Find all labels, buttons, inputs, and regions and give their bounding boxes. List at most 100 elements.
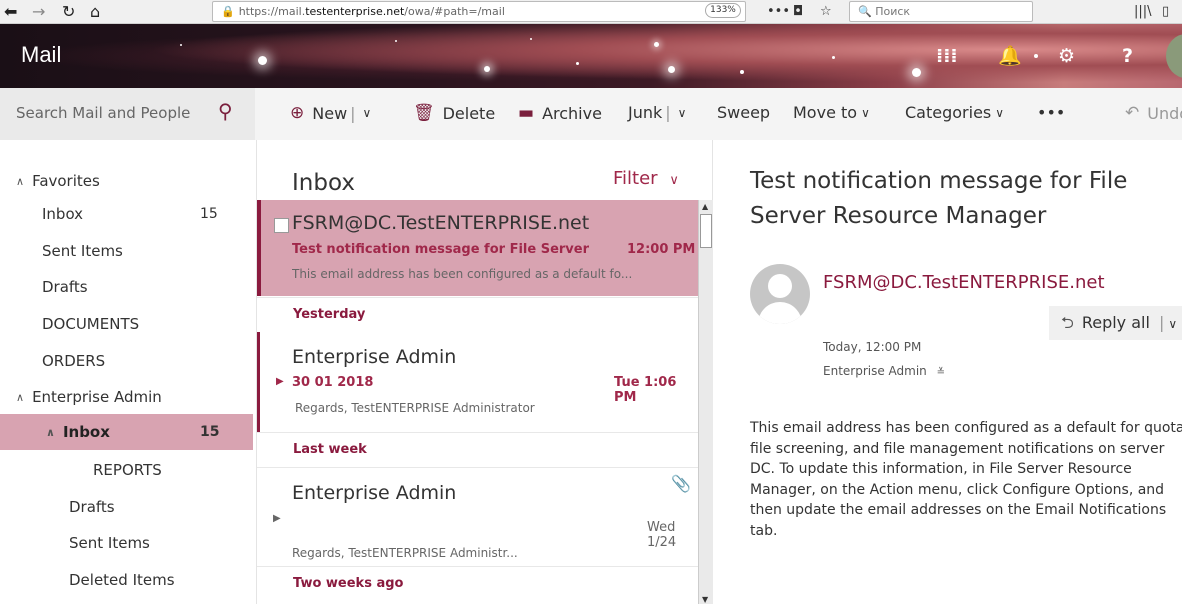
expand-conversation-icon[interactable]: ▶ [276, 376, 284, 387]
app-header: Mail ⁞⁞⁞ 🔔 ⚙ ? [0, 24, 1182, 88]
home-icon[interactable]: ⌂ [90, 2, 100, 22]
sidebar-toggle-icon[interactable]: ▯ [1162, 2, 1169, 22]
unread-count: 15 [200, 206, 218, 222]
favorites-header[interactable]: ∧ Favorites [0, 163, 253, 199]
chevron-down-icon[interactable]: ∨ [678, 106, 687, 120]
junk-button[interactable]: Junk | ∨ [628, 103, 686, 122]
browser-search-input[interactable]: 🔍 Поиск [849, 1, 1033, 22]
chevron-down-icon: ∨ [861, 105, 870, 120]
folder-reports[interactable]: REPORTS [0, 452, 253, 488]
app-launcher-icon[interactable]: ⁞⁞⁞ [936, 44, 958, 68]
message-list: Inbox Filter ∨ FSRM@DC.TestENTERPRISE.ne… [256, 140, 713, 604]
message-sender: FSRM@DC.TestENTERPRISE.net [292, 212, 590, 234]
user-avatar[interactable] [1166, 34, 1182, 78]
folder-drafts[interactable]: Drafts [0, 489, 253, 525]
page-actions-icon[interactable]: ••• [767, 2, 790, 22]
settings-gear-icon[interactable]: ⚙ [1058, 44, 1075, 68]
back-icon[interactable]: ⬅ [4, 2, 17, 22]
folder-inbox[interactable]: ∧ Inbox 15 [0, 414, 253, 450]
chevron-up-icon: ∧ [16, 174, 25, 188]
categories-button[interactable]: Categories ∨ [905, 103, 1004, 122]
message-preview: This email address has been configured a… [292, 267, 633, 281]
message-sender: Enterprise Admin [292, 346, 457, 368]
move-to-button[interactable]: Move to ∨ [793, 103, 870, 122]
sender-avatar-icon [750, 264, 810, 324]
plus-circle-icon: ⊕ [290, 103, 305, 123]
folder-sent-items[interactable]: Sent Items [0, 525, 253, 561]
message-date: Today, 12:00 PM [823, 340, 922, 354]
lock-icon: 🔒 [221, 5, 235, 18]
archive-icon: ▬ [518, 103, 535, 123]
message-time: Tue 1:06 PM [614, 375, 677, 405]
folder-inbox-favorite[interactable]: Inbox 15 [0, 196, 253, 232]
scroll-up-icon[interactable]: ▲ [702, 202, 708, 211]
chevron-down-icon: ∨ [669, 173, 679, 188]
search-input[interactable]: Search Mail and People [16, 104, 190, 122]
undo-icon: ↶ [1125, 103, 1140, 123]
undo-button[interactable]: ↶ Undo [1125, 103, 1182, 123]
new-button[interactable]: ⊕ New | ∨ [290, 103, 371, 123]
group-header: Yesterday [257, 297, 698, 331]
reply-all-icon: ⮌ [1061, 313, 1074, 332]
folder-drafts[interactable]: Drafts [0, 269, 253, 305]
pocket-icon[interactable]: ◘ [793, 2, 803, 22]
search-bar[interactable]: Search Mail and People ⚲ [0, 88, 255, 140]
chevron-down-icon[interactable]: ∨ [1168, 317, 1177, 331]
unread-count: 15 [200, 424, 220, 440]
message-subject: 30 01 2018 [292, 375, 374, 390]
list-title: Inbox [292, 170, 355, 196]
select-checkbox[interactable] [274, 218, 289, 233]
message-item[interactable]: Enterprise Admin ▶ 30 01 2018 Tue 1:06 P… [257, 332, 698, 432]
url-prefix: https://mail. [238, 5, 306, 18]
filter-button[interactable]: Filter ∨ [613, 168, 679, 189]
folder-orders[interactable]: ORDERS [0, 343, 253, 379]
group-header: Two weeks ago [257, 566, 698, 600]
expand-conversation-icon[interactable]: ▶ [273, 513, 281, 524]
browser-search-icon: 🔍 [858, 5, 872, 18]
help-icon[interactable]: ? [1122, 44, 1133, 68]
message-time: Wed 1/24 [647, 520, 677, 550]
reload-icon[interactable]: ↻ [62, 2, 75, 22]
account-enterprise-admin[interactable]: ∧ Enterprise Admin [0, 379, 253, 415]
message-item[interactable]: FSRM@DC.TestENTERPRISE.net Test notifica… [257, 200, 698, 296]
search-icon[interactable]: ⚲ [218, 99, 233, 123]
url-domain: testenterprise.net [305, 5, 405, 18]
folder-sent-items[interactable]: Sent Items [0, 233, 253, 269]
message-body: This email address has been configured a… [750, 420, 1182, 539]
message-preview: Regards, TestENTERPRISE Administr... [292, 546, 518, 560]
notifications-bell-icon[interactable]: 🔔 [998, 44, 1022, 68]
message-time: 12:00 PM [627, 242, 696, 257]
zoom-level[interactable]: 133% [705, 3, 741, 18]
app-title: Mail [21, 42, 62, 67]
message-item[interactable]: Enterprise Admin 📎 ▶ Wed 1/24 Regards, T… [257, 467, 698, 567]
scroll-down-icon[interactable]: ▼ [702, 595, 708, 604]
trash-icon: 🗑 [413, 103, 435, 123]
library-icon[interactable]: |||\ [1134, 2, 1152, 22]
chevron-up-icon: ∧ [46, 425, 55, 439]
chevron-up-icon: ∧ [16, 390, 25, 404]
forward-icon[interactable]: → [32, 2, 45, 22]
folder-pane: ∧ Favorites Inbox 15 Sent Items Drafts D… [0, 140, 255, 604]
command-toolbar: ⊕ New | ∨ 🗑 Delete ▬ Archive Junk | ∨ Sw… [255, 88, 1182, 140]
message-preview: Regards, TestENTERPRISE Administrator [295, 401, 535, 415]
recipients[interactable]: Enterprise Admin ≚ [823, 364, 945, 378]
paperclip-icon: 📎 [671, 474, 691, 493]
reply-all-button[interactable]: ⮌ Reply all | ∨ [1049, 306, 1182, 340]
sweep-button[interactable]: Sweep [717, 103, 770, 122]
archive-button[interactable]: ▬ Archive [518, 103, 602, 123]
expand-recipients-icon[interactable]: ≚ [937, 367, 945, 378]
message-list-scrollbar[interactable]: ▲ ▼ [698, 200, 713, 604]
folder-documents[interactable]: DOCUMENTS [0, 306, 253, 342]
scroll-thumb[interactable] [700, 214, 712, 248]
more-actions-button[interactable]: ••• [1037, 103, 1065, 122]
browser-toolbar: ⬅ → ↻ ⌂ 🔒 https://mail.testenterprise.net… [0, 0, 1182, 24]
folder-deleted-items[interactable]: Deleted Items [0, 562, 253, 598]
message-subject: Test notification message for File Serve… [292, 242, 590, 257]
chevron-down-icon[interactable]: ∨ [363, 106, 372, 120]
url-path: /owa/#path=/mail [404, 5, 505, 18]
sender-name[interactable]: FSRM@DC.TestENTERPRISE.net [823, 272, 1105, 293]
delete-button[interactable]: 🗑 Delete [413, 103, 495, 123]
bookmark-star-icon[interactable]: ☆ [820, 2, 832, 22]
message-title: Test notification message for File Serve… [750, 168, 1128, 229]
url-bar[interactable]: 🔒 https://mail.testenterprise.net/owa/#pa… [212, 1, 746, 22]
